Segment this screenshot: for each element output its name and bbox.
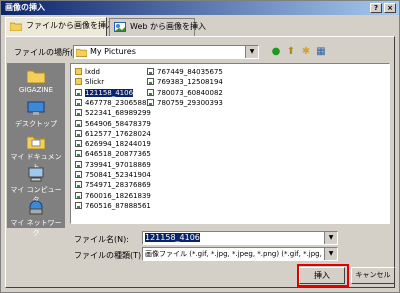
network-icon — [29, 200, 43, 215]
file-item[interactable]: 760516_87888561 — [75, 201, 151, 210]
file-item[interactable]: 780759_29300393 — [147, 98, 223, 107]
file-item[interactable]: 750841_52341904 — [75, 171, 151, 179]
tab-from-web[interactable]: Web から画像を挿入 — [109, 18, 206, 36]
file-name: 467778_23065882 — [85, 98, 151, 107]
file-item[interactable]: 467778_23065882 — [75, 98, 151, 107]
file-name: 760016_18261839 — [85, 191, 151, 200]
file-item[interactable]: 121158_4106 — [75, 88, 134, 97]
file-name: 739941_97018869 — [85, 160, 151, 169]
place-my-computer[interactable]: マイ コンピュータ — [7, 165, 65, 204]
image-file-icon — [75, 191, 82, 199]
highlight-box — [297, 264, 349, 287]
place-my-documents[interactable]: マイ ドキュメント — [7, 132, 65, 171]
web-image-icon — [114, 22, 126, 32]
folder-icon — [75, 78, 82, 86]
file-item[interactable]: 760016_18261839 — [75, 191, 151, 200]
image-file-icon — [75, 129, 82, 137]
file-name: 564906_58478379 — [85, 119, 151, 128]
image-file-icon — [147, 68, 154, 75]
filetype-label: ファイルの種類(T): — [74, 251, 144, 260]
image-file-icon — [75, 201, 82, 209]
file-item[interactable]: 626994_18244019 — [75, 140, 151, 148]
chevron-down-icon[interactable]: ▼ — [324, 232, 337, 244]
file-name: 780073_60840082 — [157, 88, 223, 97]
filetype-value: 画像ファイル (*.gif, *.jpg, *.jpeg, *.png) (*.… — [145, 250, 337, 258]
image-file-icon — [147, 88, 154, 96]
file-item[interactable]: 769383_12508194 — [147, 78, 223, 86]
title-bar: 画像の挿入 ? × — [1, 1, 399, 15]
tab-label: Web から画像を挿入 — [130, 22, 206, 31]
desktop-icon — [27, 101, 45, 115]
place-label: GIGAZINE — [18, 86, 54, 94]
location-label: ファイルの場所(I): — [14, 48, 82, 57]
window-title: 画像の挿入 — [5, 3, 45, 12]
place-label: マイ ネットワーク — [10, 219, 62, 237]
file-item[interactable]: 612577_17628024 — [75, 129, 151, 138]
image-file-icon — [75, 109, 82, 117]
place-label: デスクトップ — [15, 120, 57, 128]
file-item[interactable]: 522341_68989299 — [75, 109, 151, 117]
file-name: 750841_52341904 — [85, 171, 151, 179]
file-item[interactable]: Slickr — [75, 78, 104, 86]
file-list[interactable]: lxdd Slickr 121158_4106 467778_23065882 5223… — [70, 63, 390, 224]
file-name: 760516_87888561 — [85, 201, 151, 210]
file-item[interactable]: 767449_84035675 — [147, 68, 223, 76]
image-file-icon — [75, 181, 82, 189]
chevron-down-icon[interactable]: ▼ — [245, 46, 258, 58]
folder-icon — [76, 48, 87, 57]
place-desktop[interactable]: デスクトップ — [7, 99, 65, 132]
up-folder-icon[interactable]: ⬆ — [284, 45, 298, 59]
back-icon[interactable]: ● — [269, 45, 283, 59]
places-bar: GIGAZINE デスクトップ マイ ドキュメント マイ コンピュータ マイ ネ… — [7, 63, 65, 237]
location-value: My Pictures — [90, 47, 136, 56]
place-my-network[interactable]: マイ ネットワーク — [7, 198, 65, 237]
image-file-icon — [75, 98, 82, 106]
file-name: 780759_29300393 — [157, 98, 223, 107]
close-button[interactable]: × — [384, 3, 396, 13]
file-name: 121158_4106 — [85, 88, 134, 97]
place-gigazine[interactable]: GIGAZINE — [7, 66, 65, 99]
file-name: 626994_18244019 — [85, 140, 151, 149]
file-name: 754971_28376869 — [85, 181, 151, 190]
tab-from-file[interactable]: ファイルから画像を挿入 — [5, 17, 114, 36]
file-name: 646518_20877365 — [85, 150, 151, 159]
view-menu-icon[interactable]: ▦ — [314, 45, 328, 59]
location-combo[interactable]: My Pictures ▼ — [73, 45, 259, 59]
file-item[interactable]: 646518_20877365 — [75, 150, 151, 158]
image-file-icon — [75, 140, 82, 148]
file-name: 767449_84035675 — [157, 68, 223, 76]
file-name: 769383_12508194 — [157, 78, 223, 87]
image-file-icon — [75, 160, 82, 168]
chevron-down-icon[interactable]: ▼ — [324, 248, 337, 260]
image-file-icon — [75, 150, 82, 158]
image-file-icon — [75, 88, 82, 96]
folder-icon — [26, 70, 46, 84]
filename-label: ファイル名(N): — [74, 235, 129, 244]
help-button[interactable]: ? — [370, 3, 382, 13]
file-name: Slickr — [85, 78, 105, 87]
image-file-icon — [75, 171, 82, 178]
file-item[interactable]: 739941_97018869 — [75, 160, 151, 169]
filename-value: 121158_4106 — [145, 233, 200, 242]
insert-image-dialog: 画像の挿入 ? × ファイルから画像を挿入 Web から画像を挿入 ファイルの場… — [0, 0, 400, 293]
file-item[interactable]: 564906_58478379 — [75, 119, 151, 128]
file-item[interactable]: 754971_28376869 — [75, 181, 151, 189]
computer-icon — [28, 167, 44, 182]
image-file-icon — [147, 78, 154, 86]
image-file-icon — [147, 98, 154, 106]
image-file-icon — [75, 119, 82, 127]
file-item[interactable]: lxdd — [75, 68, 100, 76]
folder-icon — [10, 22, 22, 31]
filename-input[interactable]: 121158_4106 ▼ — [142, 231, 338, 245]
new-folder-icon[interactable]: ✱ — [299, 45, 313, 59]
filetype-select[interactable]: 画像ファイル (*.gif, *.jpg, *.jpeg, *.png) (*.… — [142, 247, 338, 261]
file-name: lxdd — [85, 68, 100, 76]
file-item[interactable]: 780073_60840082 — [147, 88, 223, 97]
documents-icon — [26, 136, 46, 150]
cancel-button[interactable]: キャンセル — [351, 267, 395, 284]
file-name: 612577_17628024 — [85, 129, 151, 138]
folder-icon — [75, 68, 82, 75]
file-name: 522341_68989299 — [85, 109, 151, 118]
tab-label: ファイルから画像を挿入 — [26, 21, 114, 30]
